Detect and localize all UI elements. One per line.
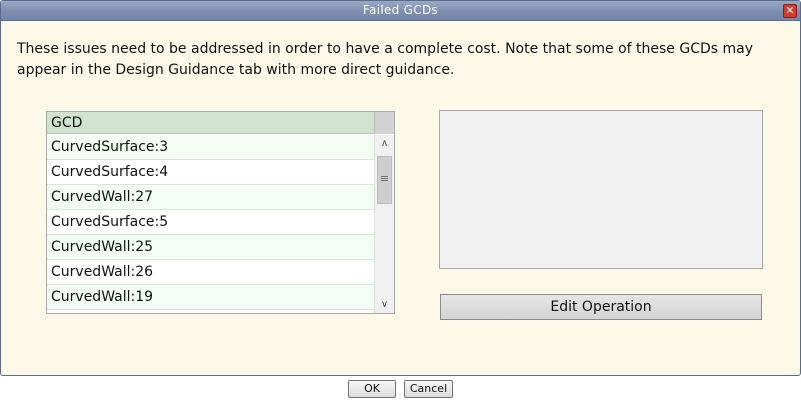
cancel-button[interactable]: Cancel: [404, 380, 453, 398]
list-item[interactable]: CurvedWall:19: [47, 285, 374, 310]
header-corner: [374, 112, 394, 134]
window-title: Failed GCDs: [362, 3, 439, 17]
failed-gcds-dialog: Failed GCDs ✕ These issues need to be ad…: [0, 0, 801, 376]
close-icon: ✕: [785, 4, 795, 17]
scroll-thumb[interactable]: ≡: [377, 156, 392, 204]
instructions-text: These issues need to be addressed in ord…: [17, 41, 754, 78]
chevron-up-icon: ∧: [380, 138, 389, 149]
list-item[interactable]: CurvedSurface:3: [47, 135, 374, 160]
close-button[interactable]: ✕: [783, 4, 797, 18]
scroll-down-button[interactable]: ∨: [375, 296, 394, 313]
ok-button[interactable]: OK: [348, 380, 396, 398]
list-item[interactable]: CurvedSurface:5: [47, 210, 374, 235]
list-item[interactable]: CurvedSurface:4: [47, 160, 374, 185]
vertical-scrollbar[interactable]: ∧ ≡ ∨: [374, 135, 394, 313]
gcd-list[interactable]: GCD CurvedSurface:3 CurvedSurface:4 Curv…: [46, 111, 395, 314]
list-item[interactable]: CurvedWall:26: [47, 260, 374, 285]
list-item[interactable]: CurvedWall:27: [47, 185, 374, 210]
edit-operation-button[interactable]: Edit Operation: [440, 294, 762, 320]
title-bar[interactable]: Failed GCDs ✕: [1, 1, 800, 21]
scroll-up-button[interactable]: ∧: [375, 135, 394, 152]
list-item[interactable]: CurvedWall:25: [47, 235, 374, 260]
gcd-column-header[interactable]: GCD: [47, 112, 374, 134]
preview-panel: [439, 110, 763, 269]
chevron-down-icon: ∨: [380, 299, 389, 310]
gcd-rows: CurvedSurface:3 CurvedSurface:4 CurvedWa…: [47, 135, 374, 310]
